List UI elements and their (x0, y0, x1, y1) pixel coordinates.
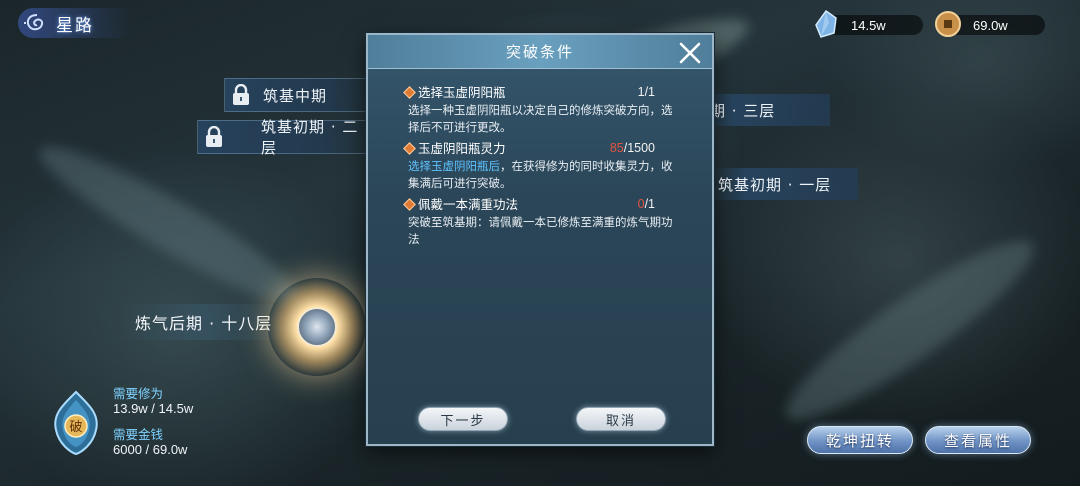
qiankun-rotate-label: 乾坤扭转 (825, 431, 894, 450)
swirl-icon (24, 14, 44, 31)
condition-description: 选择一种玉虚阴阳瓶以决定自己的修炼突破方向，选择后不可进行更改。 (404, 102, 679, 136)
diamond-marker-icon (403, 197, 416, 211)
condition-progress-current: 0 (637, 196, 645, 211)
qiankun-rotate-button[interactable]: 乾坤扭转 (807, 426, 913, 454)
condition-description: 突破至筑基期：请佩戴一本已修炼至满重的炼气期功法 (404, 214, 679, 248)
cultivation-currency[interactable]: 14.5w (815, 9, 923, 38)
condition-name: 佩戴一本满重功法 (418, 196, 519, 212)
condition-header: 玉虚阴阳瓶灵力 85/1500 (403, 138, 679, 158)
realm-plaque-right-1[interactable]: 期 · 三层 (700, 94, 830, 126)
lock-icon (198, 120, 229, 154)
cultivation-value: 14.5w (851, 17, 886, 33)
page-title-bar[interactable]: 星路 (18, 8, 128, 38)
realm-plaque-zhuji-early-2[interactable]: 筑基初期 · 二层 (197, 118, 372, 157)
dialog-header: 突破条件 (368, 35, 712, 69)
realm-plaque-right-2[interactable]: 筑基初期 · 一层 (708, 168, 858, 200)
diamond-marker-icon (403, 85, 416, 99)
crystal-icon (815, 9, 837, 38)
condition-progress: 1/1 (638, 84, 655, 101)
realm-label: 筑基中期 (263, 86, 328, 105)
diamond-marker-icon (403, 141, 416, 155)
view-attributes-label: 查看属性 (943, 431, 1012, 450)
condition-name: 选择玉虚阴阳瓶 (418, 84, 506, 100)
condition-description-text: 突破至筑基期：请佩戴一本已修炼至满重的炼气期功法 (408, 215, 673, 246)
money-requirement-label: 需要金钱 (113, 427, 164, 442)
money-currency[interactable]: 69.0w (935, 11, 1045, 37)
close-button[interactable] (678, 41, 702, 65)
money-requirement-value: 6000 / 69.0w (113, 442, 188, 457)
breakthrough-emblem-icon[interactable]: 破 (48, 390, 104, 456)
condition-header: 佩戴一本满重功法 0/1 (403, 194, 679, 214)
conditions-list: 选择玉虚阴阳瓶 1/1 选择一种玉虚阴阳瓶以决定自己的修炼突破方向，选择后不可进… (403, 82, 679, 392)
condition-description: 选择玉虚阴阳瓶后，在获得修为的同时收集灵力，收集满后可进行突破。 (404, 158, 679, 192)
lock-icon (225, 78, 257, 112)
condition-description-highlight: 选择玉虚阴阳瓶后 (408, 159, 500, 173)
realm-label: 筑基初期 · 二层 (261, 118, 359, 157)
condition-name: 玉虚阴阳瓶灵力 (418, 140, 506, 156)
money-value: 69.0w (973, 17, 1008, 33)
cancel-label: 取消 (605, 413, 636, 429)
condition-header: 选择玉虚阴阳瓶 1/1 (403, 82, 679, 102)
page-title: 星路 (56, 15, 94, 36)
current-realm-plaque: 炼气后期 · 十八层 (120, 304, 290, 340)
breakthrough-conditions-dialog: 突破条件 选择玉虚阴阳瓶 1/1 选择一种玉虚阴阳瓶以决定自己的修炼突破方向，选… (366, 33, 714, 446)
orb-core-icon (297, 307, 337, 347)
next-step-button[interactable]: 下一步 (418, 407, 508, 431)
next-step-label: 下一步 (440, 413, 486, 429)
coin-icon (935, 11, 961, 37)
condition-progress-current: 85 (609, 140, 624, 155)
cultivation-requirement-value: 13.9w / 14.5w (113, 401, 194, 416)
realm-label: 筑基初期 · 一层 (718, 175, 832, 194)
dialog-title: 突破条件 (505, 43, 574, 61)
condition-progress-current: 1 (637, 84, 645, 99)
condition-progress-total: /1 (644, 196, 655, 211)
cultivation-requirement-label: 需要修为 (113, 386, 164, 401)
view-attributes-button[interactable]: 查看属性 (925, 426, 1031, 454)
money-requirement: 需要金钱 6000 / 69.0w (113, 427, 187, 457)
condition-progress: 85/1500 (610, 140, 655, 157)
condition-progress-total: /1500 (623, 140, 655, 155)
condition-progress-total: /1 (644, 84, 655, 99)
emblem-char: 破 (69, 420, 82, 435)
cancel-button[interactable]: 取消 (576, 407, 666, 431)
close-icon (679, 42, 701, 64)
cultivation-requirement: 需要修为 13.9w / 14.5w (113, 386, 193, 416)
realm-label: 期 · 三层 (710, 101, 776, 120)
current-realm-label: 炼气后期 · 十八层 (135, 314, 273, 333)
realm-plaque-zhuji-mid[interactable]: 筑基中期 (224, 78, 374, 112)
condition-progress: 0/1 (638, 196, 655, 213)
condition-description-text: 选择一种玉虚阴阳瓶以决定自己的修炼突破方向，选择后不可进行更改。 (408, 103, 673, 134)
